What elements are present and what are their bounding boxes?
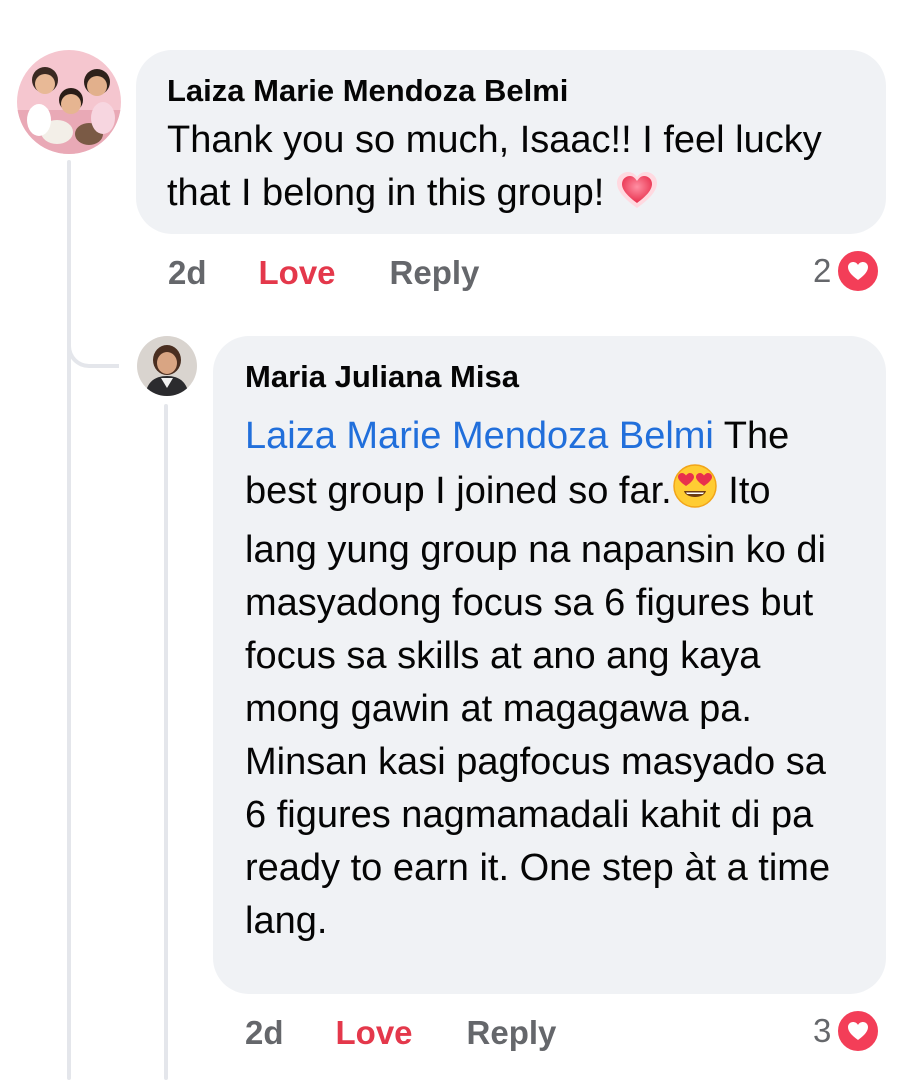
comment-text: Thank you so much, Isaac!! I feel lucky … xyxy=(167,114,827,226)
avatar-photo-kids xyxy=(17,50,121,154)
comment-bubble: Laiza Marie Mendoza Belmi Thank you so m… xyxy=(136,50,886,234)
comment-time[interactable]: 2d xyxy=(168,254,207,292)
comment-author[interactable]: Maria Juliana Misa xyxy=(245,358,856,396)
reply-button[interactable]: Reply xyxy=(390,254,480,292)
comment-actions: 2d Love Reply xyxy=(168,253,479,293)
reaction-count-number: 2 xyxy=(813,252,832,289)
reply-connector xyxy=(67,300,119,368)
comment-text: Laiza Marie Mendoza Belmi The best group… xyxy=(245,410,845,948)
avatar[interactable] xyxy=(137,336,197,396)
reaction-count[interactable]: 3 xyxy=(813,1008,882,1054)
love-reaction-icon xyxy=(835,1008,882,1054)
avatar-photo-woman xyxy=(137,336,197,396)
heart-emoji xyxy=(615,171,659,226)
reply-actions: 2d Love Reply xyxy=(245,1013,556,1053)
thread-line xyxy=(67,160,71,1080)
comment-body-part2: Ito lang yung group na napansin ko di ma… xyxy=(245,470,831,942)
reaction-count-number: 3 xyxy=(813,1012,832,1049)
reply-bubble: Maria Juliana Misa Laiza Marie Mendoza B… xyxy=(213,336,886,994)
love-button[interactable]: Love xyxy=(259,254,336,292)
heart-eyes-emoji xyxy=(672,463,718,524)
love-button[interactable]: Love xyxy=(336,1014,413,1052)
mention-link[interactable]: Laiza Marie Mendoza Belmi xyxy=(245,415,714,457)
avatar[interactable] xyxy=(17,50,121,154)
reply-thread-line xyxy=(164,404,168,1080)
love-reaction-icon xyxy=(835,248,882,294)
comment-body: Thank you so much, Isaac!! I feel lucky … xyxy=(167,119,822,214)
comment-time[interactable]: 2d xyxy=(245,1014,284,1052)
reply-button[interactable]: Reply xyxy=(467,1014,557,1052)
comment-author[interactable]: Laiza Marie Mendoza Belmi xyxy=(167,72,856,110)
reaction-count[interactable]: 2 xyxy=(813,248,882,294)
